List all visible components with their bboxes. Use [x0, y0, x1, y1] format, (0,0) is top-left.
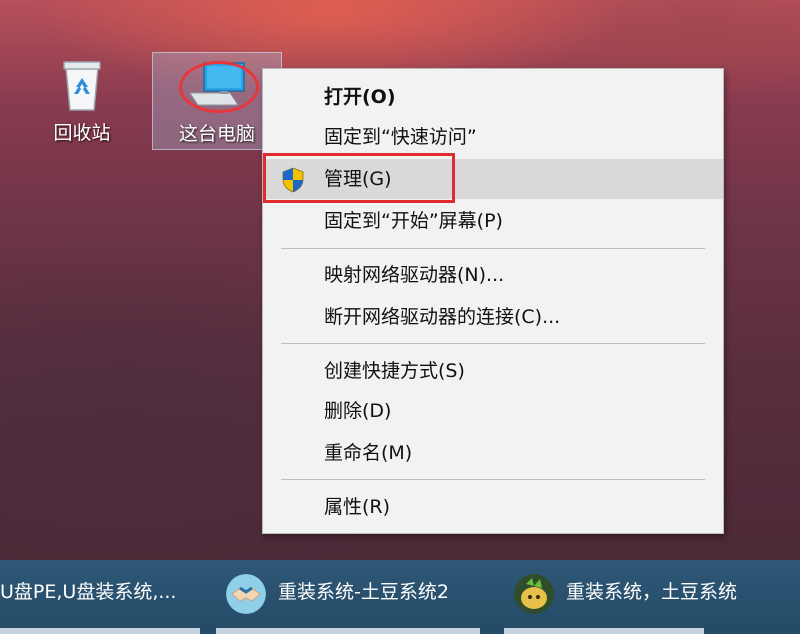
context-menu: 打开(O) 固定到“快速访问” 管理(G) 固定到“开始”屏幕(P) 映射网络驱…	[262, 68, 724, 534]
menu-item-disconnect-network-drive[interactable]: 断开网络驱动器的连接(C)...	[263, 297, 723, 337]
annotation-highlight-box	[263, 153, 455, 203]
menu-item-rename[interactable]: 重命名(M)	[263, 433, 723, 473]
potato-logo-icon	[514, 574, 554, 614]
menu-item-pin-quick-access[interactable]: 固定到“快速访问”	[263, 117, 723, 157]
taskbar-item-label: 重装系统-土豆系统2	[278, 581, 449, 603]
taskbar-item[interactable]: 重装系统-土豆系统2	[226, 560, 449, 624]
handshake-icon	[226, 574, 266, 614]
menu-item-open[interactable]: 打开(O)	[263, 77, 723, 117]
menu-item-properties[interactable]: 属性(R)	[263, 487, 723, 527]
taskbar-item-indicator	[0, 628, 200, 634]
menu-item-map-network-drive[interactable]: 映射网络驱动器(N)...	[263, 255, 723, 295]
taskbar: U盘PE,U盘装系统,... 重装系统-土豆系统2 重装系统，土豆系统	[0, 560, 800, 634]
taskbar-item-indicator	[504, 628, 704, 634]
desktop[interactable]: 回收站 这台电脑 打开(O) 固定到“快速访问” 管理(G) 固定到“开始”屏幕…	[0, 0, 800, 560]
recycle-bin-icon	[63, 61, 101, 111]
menu-item-pin-start[interactable]: 固定到“开始”屏幕(P)	[263, 201, 723, 241]
taskbar-item-indicator	[216, 628, 480, 634]
annotation-circle	[179, 61, 259, 113]
desktop-icon-recycle-bin[interactable]: 回收站	[22, 56, 142, 145]
menu-separator	[281, 343, 705, 344]
menu-separator	[281, 479, 705, 480]
taskbar-item-label: 重装系统，土豆系统	[566, 581, 738, 603]
taskbar-item[interactable]: U盘PE,U盘装系统,...	[0, 560, 176, 624]
menu-item-delete[interactable]: 删除(D)	[263, 391, 723, 431]
taskbar-item-label: U盘PE,U盘装系统,...	[0, 581, 177, 603]
desktop-icon-label: 回收站	[53, 122, 111, 144]
taskbar-item[interactable]: 重装系统，土豆系统	[514, 560, 737, 624]
menu-separator	[281, 248, 705, 249]
menu-item-create-shortcut[interactable]: 创建快捷方式(S)	[263, 351, 723, 391]
